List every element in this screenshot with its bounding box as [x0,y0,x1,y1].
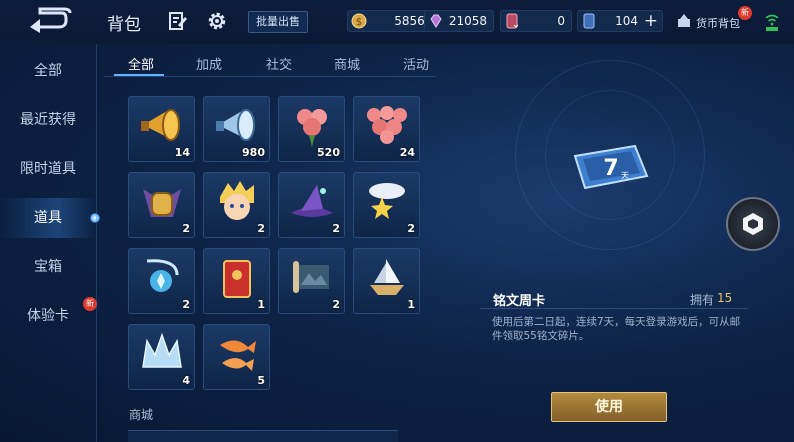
item-slot[interactable]: 980 [203,96,270,162]
item-name: 铭文周卡 [493,294,546,309]
sidebar: 全部 最近获得 限时道具 道具 宝箱 体验卡 新 [0,44,100,442]
voucher-icon [583,13,595,29]
back-arrow-icon[interactable] [26,7,72,33]
card-number: 7 [603,156,618,181]
item-slot[interactable]: 4 [128,324,195,390]
plus-icon[interactable]: + [644,11,658,31]
sidebar-divider [96,44,97,442]
round-action-button[interactable] [726,197,780,251]
voucher-balance: 104 + [577,10,663,32]
gold-coin-icon: $ [351,13,367,29]
tab-social[interactable]: 社交 [266,54,292,73]
detail-divider [480,308,748,309]
store-section-label: 商城 [129,408,154,422]
wallet-label: 货币背包 [696,17,740,30]
gold-fist-icon [143,189,181,217]
top-bar: 背包 批量出售 $ 585611 21058 0 104 + 货币背包 新 [0,0,794,44]
item-slot[interactable]: 14 [128,96,195,162]
koi-fish-icon [220,340,256,371]
sidebar-item-limited[interactable]: 限时道具 [0,149,96,189]
diamond-value: 21058 [448,14,487,28]
currency-wallet-button[interactable]: 货币背包 新 [676,6,752,32]
item-slot[interactable]: 1 [353,248,420,314]
item-slot[interactable]: 24 [353,96,420,162]
gear-icon[interactable] [207,11,227,31]
item-count: 2 [332,298,340,311]
owned-label: 拥有 [690,293,715,307]
store-section-row [128,430,398,442]
gold-horn-icon [141,109,180,141]
diamond-balance: 21058 [424,10,494,32]
sidebar-item-recent[interactable]: 最近获得 [0,100,96,140]
inscription-week-card-icon: 7 天 [573,144,649,190]
item-slot[interactable]: 2 [353,172,420,238]
item-count: 1 [257,298,265,311]
scroll-map-icon [293,261,329,293]
item-count: 2 [182,298,190,311]
item-count: 520 [317,146,340,159]
silver-horn-icon [216,109,255,141]
active-indicator-dot [90,213,100,223]
tab-event[interactable]: 活动 [403,54,429,73]
diamond-icon [430,14,442,28]
item-count: 2 [332,222,340,235]
item-slot[interactable]: 5 [203,324,270,390]
item-count: 980 [242,146,265,159]
item-slot[interactable]: 2 [278,248,345,314]
red-envelope-icon [223,260,251,298]
tabs-divider [104,76,436,77]
item-count: 2 [257,222,265,235]
tab-store[interactable]: 商城 [334,54,360,73]
star-cloud-icon [369,183,405,219]
hexagon-icon [743,213,763,235]
edit-icon[interactable] [168,11,188,31]
use-button[interactable]: 使用 [551,392,667,422]
rose-bouquet-icon [297,109,327,147]
item-count: 5 [257,374,265,387]
ice-crown-icon [142,332,182,368]
item-slot[interactable]: 2 [128,248,195,314]
hero-face-icon [220,181,254,220]
active-tab-underline [114,74,164,76]
wallet-icon [678,14,690,27]
batch-sell-button[interactable]: 批量出售 [248,11,308,33]
sidebar-item-props[interactable]: 道具 [0,198,100,238]
voucher-value: 104 [615,14,638,28]
paper-boat-icon [370,259,404,295]
ticket-value: 0 [557,14,565,28]
wifi-signal-icon [765,14,779,31]
sidebar-item-trial-card[interactable]: 体验卡 [0,296,96,336]
item-slot[interactable]: 1 [203,248,270,314]
owned-count: 15 [717,291,733,305]
item-count: 14 [174,146,190,159]
sidebar-item-all[interactable]: 全部 [0,51,96,91]
witch-hat-icon [291,185,333,217]
new-badge: 新 [738,6,752,20]
rose-bouquet-large-icon [367,106,407,144]
tab-all[interactable]: 全部 [128,54,154,73]
item-count: 24 [399,146,415,159]
item-slot[interactable]: 520 [278,96,345,162]
card-unit: 天 [621,171,629,180]
svg-text:$: $ [356,17,362,28]
frost-crystal-icon [146,259,179,292]
sidebar-item-label: 道具 [34,210,62,226]
new-badge: 新 [83,297,97,311]
item-slot[interactable]: 2 [128,172,195,238]
item-slot[interactable]: 2 [203,172,270,238]
item-description: 使用后第二日起，连续7天，每天登录游戏后，可从邮件领取55铭文碎片。 [492,316,741,342]
sidebar-item-chest[interactable]: 宝箱 [0,247,96,287]
item-count: 1 [407,298,415,311]
category-tabs: 全部 加成 社交 商城 活动 [104,48,436,78]
item-slot[interactable]: 2 [278,172,345,238]
tab-bonus[interactable]: 加成 [196,54,222,73]
ticket-icon [506,13,519,29]
item-count: 2 [182,222,190,235]
item-count: 2 [407,222,415,235]
ticket-balance[interactable]: 0 [500,10,572,32]
item-count: 4 [182,374,190,387]
page-title: 背包 [107,15,141,35]
item-grid: 14 980 520 24 2 2 2 2 2 1 2 1 4 5 [126,94,426,394]
